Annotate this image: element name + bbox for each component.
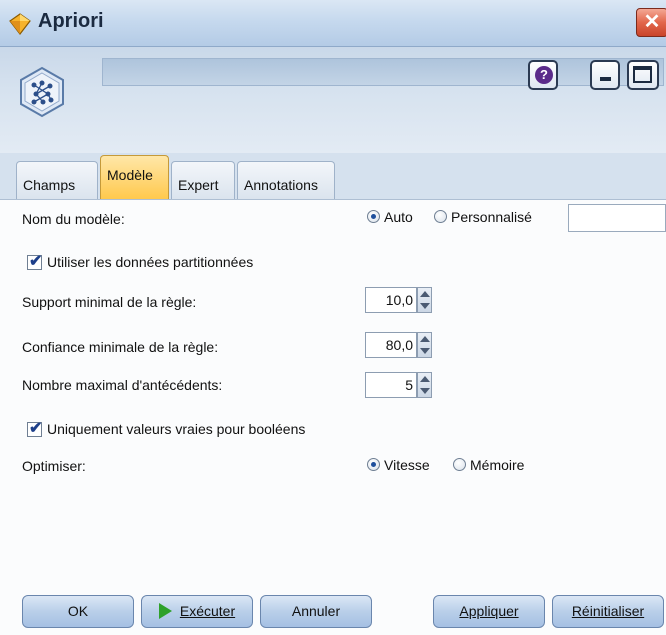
apriori-dialog: Apriori ✕ ? Champs Modèle Expert Annotat… — [0, 0, 666, 635]
min-confidence-stepper[interactable] — [417, 332, 432, 358]
reset-button[interactable]: Réinitialiser — [552, 595, 664, 628]
min-confidence-spinner[interactable]: 80,0 — [365, 332, 417, 358]
true-values-only-checkbox[interactable]: ✔ — [27, 420, 43, 437]
model-name-custom-radio[interactable] — [434, 210, 447, 223]
help-icon: ? — [535, 66, 553, 84]
model-settings-panel: Nom du modèle: Auto Personnalisé ✔ Utili… — [0, 200, 666, 590]
apply-button[interactable]: Appliquer — [433, 595, 545, 628]
min-support-spinner[interactable]: 10,0 — [365, 287, 417, 313]
max-antecedents-label: Nombre maximal d'antécédents: — [22, 377, 223, 393]
ok-button[interactable]: OK — [22, 595, 134, 628]
cancel-button[interactable]: Annuler — [260, 595, 372, 628]
tab-annotations[interactable]: Annotations — [237, 161, 335, 199]
optimize-memory-radio[interactable] — [453, 458, 466, 471]
close-icon: ✕ — [643, 11, 661, 33]
spin-down-icon[interactable] — [420, 303, 430, 309]
spin-up-icon[interactable] — [420, 336, 430, 342]
minimize-button[interactable] — [590, 60, 620, 90]
window-title: Apriori — [38, 10, 104, 32]
tab-expert[interactable]: Expert — [171, 161, 235, 199]
run-button-label: Exécuter — [179, 603, 236, 619]
min-confidence-label: Confiance minimale de la règle: — [22, 339, 219, 355]
model-name-label: Nom du modèle: — [22, 211, 125, 227]
spin-down-icon[interactable] — [420, 388, 430, 394]
maximize-icon — [633, 66, 652, 83]
tab-bar: Champs Modèle Expert Annotations — [0, 153, 666, 200]
spin-down-icon[interactable] — [420, 348, 430, 354]
play-icon — [158, 603, 172, 620]
max-antecedents-stepper[interactable] — [417, 372, 432, 398]
tab-champs[interactable]: Champs — [16, 161, 98, 199]
model-name-auto-radio[interactable] — [367, 210, 380, 223]
spin-up-icon[interactable] — [420, 376, 430, 382]
model-name-custom-label[interactable]: Personnalisé — [451, 209, 532, 225]
apriori-node-icon[interactable] — [16, 66, 68, 118]
tab-modele[interactable]: Modèle — [100, 155, 169, 199]
checkmark-icon: ✔ — [29, 420, 43, 437]
min-support-label: Support minimal de la règle: — [22, 294, 197, 310]
reset-button-label: Réinitialiser — [571, 603, 645, 619]
node-name-strip — [102, 58, 664, 86]
optimize-label: Optimiser: — [22, 458, 86, 474]
run-button[interactable]: Exécuter — [141, 595, 253, 628]
max-antecedents-value[interactable]: 5 — [405, 377, 413, 393]
min-support-stepper[interactable] — [417, 287, 432, 313]
true-values-only-label[interactable]: Uniquement valeurs vraies pour booléens — [47, 421, 305, 437]
optimize-speed-label[interactable]: Vitesse — [384, 457, 430, 473]
minimize-icon — [600, 77, 611, 81]
apply-button-label: Appliquer — [459, 603, 519, 619]
checkmark-icon: ✔ — [29, 253, 43, 270]
title-bar[interactable]: Apriori ✕ — [0, 0, 666, 47]
use-partitioned-label[interactable]: Utiliser les données partitionnées — [47, 254, 253, 270]
min-support-value[interactable]: 10,0 — [386, 292, 413, 308]
button-bar: OK Exécuter Annuler Appliquer Réinitiali… — [0, 590, 666, 635]
optimize-speed-radio[interactable] — [367, 458, 380, 471]
min-confidence-value[interactable]: 80,0 — [386, 337, 413, 353]
node-header: ? — [0, 47, 666, 153]
close-button[interactable]: ✕ — [636, 8, 666, 37]
help-button[interactable]: ? — [528, 60, 558, 90]
spin-up-icon[interactable] — [420, 291, 430, 297]
maximize-button[interactable] — [627, 60, 659, 90]
model-name-custom-input[interactable] — [568, 204, 666, 232]
optimize-memory-label[interactable]: Mémoire — [470, 457, 524, 473]
model-name-auto-label[interactable]: Auto — [384, 209, 413, 225]
use-partitioned-checkbox[interactable]: ✔ — [27, 253, 43, 270]
max-antecedents-spinner[interactable]: 5 — [365, 372, 417, 398]
apriori-diamond-icon — [9, 13, 31, 35]
